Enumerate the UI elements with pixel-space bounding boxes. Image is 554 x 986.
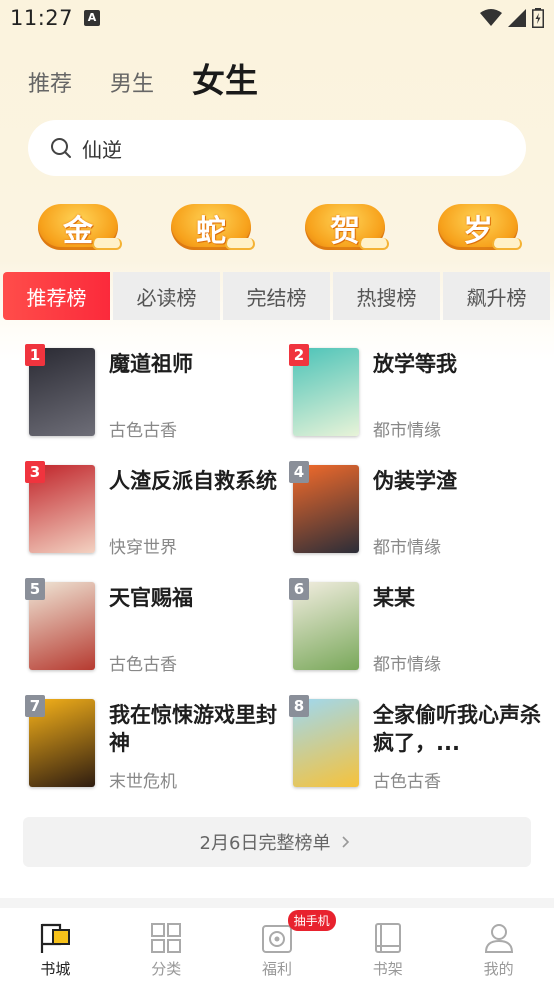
- rank-tab-rising[interactable]: 飙升榜: [443, 272, 550, 320]
- rank-badge: 1: [25, 344, 45, 366]
- book-item[interactable]: 1 魔道祖师 古色古香: [25, 344, 285, 444]
- rank-badge: 7: [25, 695, 45, 717]
- nav-label: 福利: [261, 960, 292, 978]
- festive-badge-congrats[interactable]: 贺: [301, 200, 389, 256]
- wifi-icon: [480, 9, 502, 26]
- rank-tab-must-read[interactable]: 必读榜: [113, 272, 220, 320]
- festive-banner: 金 蛇 贺 岁: [34, 200, 524, 260]
- rank-badge: 3: [25, 461, 45, 483]
- book-title: 放学等我: [373, 352, 457, 376]
- festive-glyph: 蛇: [196, 214, 226, 249]
- book-genre: 古色古香: [109, 421, 177, 441]
- rank-tab-completed[interactable]: 完结榜: [223, 272, 330, 320]
- book-item[interactable]: 6 某某 都市情缘: [289, 578, 549, 678]
- festive-badge-gold[interactable]: 金: [34, 200, 122, 256]
- tab-recommend[interactable]: 推荐: [28, 66, 72, 106]
- rank-tabs: 推荐榜 必读榜 完结榜 热搜榜 飙升榜: [3, 272, 554, 320]
- battery-icon: [532, 8, 544, 28]
- full-ranking-label: 2月6日完整榜单: [199, 833, 331, 854]
- book-icon: [374, 923, 401, 953]
- book-genre: 末世危机: [109, 772, 177, 792]
- book-genre: 快穿世界: [109, 538, 177, 558]
- rank-badge: 8: [289, 695, 309, 717]
- nav-label: 分类: [151, 960, 182, 978]
- book-item[interactable]: 5 天官赐福 古色古香: [25, 578, 285, 678]
- grid-icon: [151, 923, 182, 953]
- search-icon: [51, 138, 71, 158]
- book-item[interactable]: 2 放学等我 都市情缘: [289, 344, 549, 444]
- festive-glyph: 贺: [330, 214, 360, 249]
- nav-bookstore[interactable]: 书城: [0, 908, 111, 986]
- festive-badge-snake[interactable]: 蛇: [167, 200, 255, 256]
- book-genre: 都市情缘: [373, 655, 441, 675]
- status-indicators: [480, 8, 544, 28]
- cell-signal-icon: [508, 9, 526, 27]
- book-item[interactable]: 4 伪装学渣 都市情缘: [289, 461, 549, 561]
- rank-badge: 4: [289, 461, 309, 483]
- festive-glyph: 金: [63, 214, 93, 249]
- book-item[interactable]: 3 人渣反派自救系统 快穿世界: [25, 461, 285, 561]
- festive-glyph: 岁: [463, 214, 493, 249]
- status-time: 11:27: [10, 6, 74, 30]
- top-tabs: 推荐 男生 女生: [28, 56, 258, 106]
- chevron-right-icon: [342, 836, 350, 848]
- book-title: 伪装学渣: [373, 469, 457, 493]
- book-genre: 都市情缘: [373, 421, 441, 441]
- nav-bookshelf[interactable]: 书架: [332, 908, 443, 986]
- nav-profile[interactable]: 我的: [443, 908, 554, 986]
- book-title: 天官赐福: [109, 586, 193, 610]
- full-ranking-button[interactable]: 2月6日完整榜单: [23, 817, 531, 867]
- rank-tab-hot-search[interactable]: 热搜榜: [333, 272, 440, 320]
- book-title: 魔道祖师: [109, 352, 193, 376]
- nav-label: 书架: [372, 960, 403, 978]
- flag-icon: [41, 923, 71, 953]
- nav-welfare[interactable]: 福利 抽手机: [222, 908, 336, 986]
- bottom-nav: 书城 分类 福利 抽手机 书架 我的: [0, 908, 554, 986]
- rank-tab-recommend[interactable]: 推荐榜: [3, 272, 110, 320]
- tab-male[interactable]: 男生: [110, 66, 154, 106]
- user-icon: [484, 924, 513, 953]
- book-title: 某某: [373, 586, 415, 610]
- divider: [0, 898, 554, 908]
- festive-badge-year[interactable]: 岁: [434, 200, 522, 256]
- book-genre: 都市情缘: [373, 538, 441, 558]
- search-value: 仙逆: [82, 137, 122, 162]
- status-bar: 11:27 A: [0, 0, 554, 38]
- nav-label: 书城: [40, 960, 71, 978]
- gift-icon: [261, 925, 292, 953]
- promo-badge: 抽手机: [287, 910, 336, 931]
- tab-female[interactable]: 女生: [192, 54, 258, 106]
- search-input[interactable]: 仙逆: [28, 120, 526, 176]
- book-genre: 古色古香: [109, 655, 177, 675]
- nav-label: 我的: [483, 960, 514, 978]
- app-notification-icon: A: [84, 10, 100, 26]
- book-item[interactable]: 8 全家偷听我心声杀疯了，... 古色古香: [289, 695, 549, 795]
- nav-categories[interactable]: 分类: [111, 908, 222, 986]
- rank-badge: 2: [289, 344, 309, 366]
- book-title: 人渣反派自救系统: [109, 469, 277, 493]
- book-item[interactable]: 7 我在惊悚游戏里封神 末世危机: [25, 695, 285, 795]
- book-title: 我在惊悚游戏里封神: [109, 703, 277, 755]
- book-title: 全家偷听我心声杀疯了，...: [373, 703, 541, 755]
- rank-badge: 6: [289, 578, 309, 600]
- book-genre: 古色古香: [373, 772, 441, 792]
- rank-badge: 5: [25, 578, 45, 600]
